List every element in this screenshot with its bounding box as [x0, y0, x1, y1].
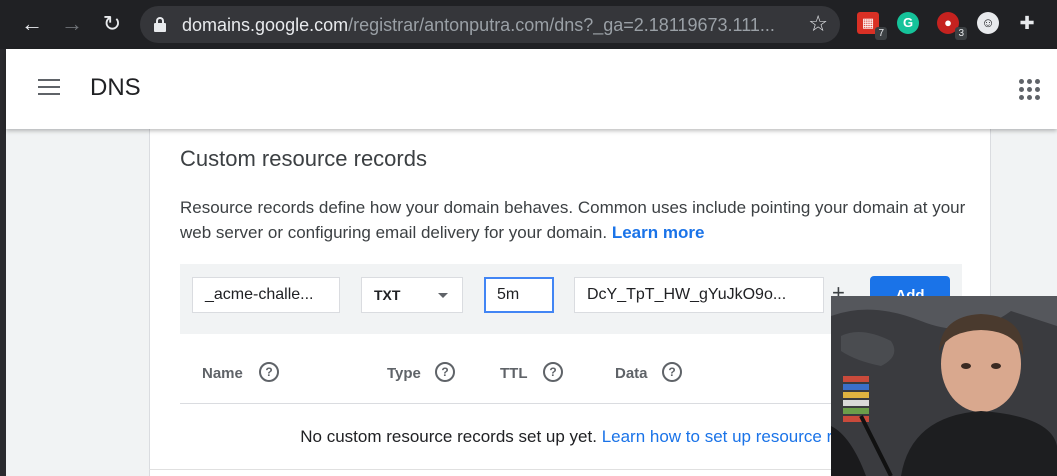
webcam-overlay [831, 296, 1057, 476]
setup-help-link[interactable]: Learn how to set up resource re [602, 427, 842, 446]
todo-extension-badge: 7 [875, 27, 887, 40]
grammarly-extension-icon[interactable]: G [897, 12, 919, 34]
url-path: /registrar/antonputra.com/dns?_ga=2.1811… [348, 15, 775, 35]
url-text[interactable]: domains.google.com/registrar/antonputra.… [182, 15, 782, 36]
lock-icon[interactable] [154, 17, 166, 32]
section-description: Resource records define how your domain … [180, 195, 970, 245]
description-text: Resource records define how your domain … [180, 198, 966, 242]
page-title: DNS [90, 74, 141, 101]
app-header: DNS [6, 49, 1057, 129]
puzzle-extensions-icon[interactable]: ✚ [1016, 12, 1038, 34]
apps-grid-icon[interactable] [1019, 79, 1041, 101]
reload-icon[interactable]: ↻ [98, 10, 126, 38]
column-header-ttl: TTL [500, 365, 528, 382]
presenter-video-image [831, 296, 1057, 476]
profile-extension-glyph: ☺ [981, 15, 995, 30]
bookmark-star-icon[interactable]: ☆ [808, 12, 828, 36]
browser-toolbar: ← → ↻ domains.google.com/registrar/anton… [0, 0, 1057, 49]
learn-more-link[interactable]: Learn more [612, 223, 705, 242]
grammarly-extension-glyph: G [902, 15, 914, 30]
todo-extension-glyph: ▦ [861, 15, 875, 30]
back-arrow-icon[interactable]: ← [18, 10, 46, 38]
ublock-extension-badge: 3 [955, 27, 967, 40]
ublock-extension-icon[interactable]: ● 3 [937, 12, 967, 40]
address-bar[interactable]: domains.google.com/registrar/antonputra.… [140, 6, 840, 43]
profile-extension-icon[interactable]: ☺ [977, 12, 999, 34]
menu-icon[interactable] [38, 79, 62, 97]
todo-extension-icon[interactable]: ▦ 7 [857, 12, 887, 40]
dropdown-caret-icon [438, 293, 448, 298]
empty-records-text: No custom resource records set up yet. [300, 427, 597, 446]
column-header-name: Name [202, 365, 243, 382]
name-help-icon[interactable]: ? [259, 362, 279, 382]
type-select[interactable]: TXT [361, 277, 463, 313]
forward-arrow-icon[interactable]: → [58, 10, 86, 38]
ttl-input[interactable]: 5m [484, 277, 554, 313]
name-input[interactable]: _acme-challe... [192, 277, 340, 313]
url-host: domains.google.com [182, 15, 349, 35]
type-select-value: TXT [374, 287, 401, 303]
data-input[interactable]: DcY_TpT_HW_gYuJkO9o... [574, 277, 824, 313]
ttl-help-icon[interactable]: ? [543, 362, 563, 382]
ublock-extension-glyph: ● [944, 15, 952, 30]
type-help-icon[interactable]: ? [435, 362, 455, 382]
data-help-icon[interactable]: ? [662, 362, 682, 382]
column-header-data: Data [615, 365, 648, 382]
column-header-type: Type [387, 365, 421, 382]
section-title: Custom resource records [180, 146, 427, 171]
